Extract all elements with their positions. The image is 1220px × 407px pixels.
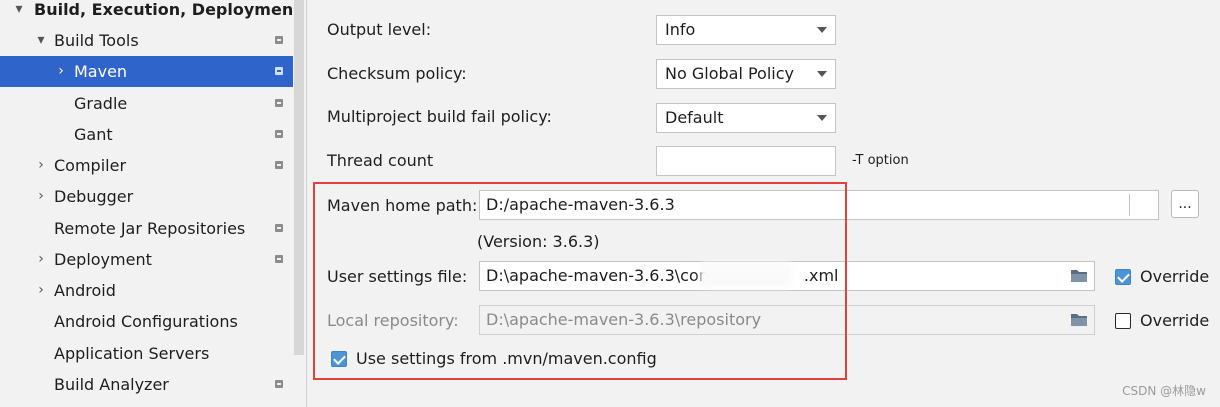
project-scope-icon: [275, 99, 283, 107]
project-scope-icon: [275, 67, 283, 75]
chevron-right-icon[interactable]: ›: [34, 150, 48, 181]
sidebar-item-compiler[interactable]: › Compiler: [0, 150, 293, 181]
sidebar-item-build-tools[interactable]: ▾ Build Tools: [0, 25, 293, 56]
checksum-policy-label: Checksum policy:: [327, 64, 467, 83]
local-repository-override-checkbox[interactable]: [1115, 313, 1131, 329]
sidebar-item-label: Compiler: [54, 156, 127, 175]
user-settings-override-label: Override: [1140, 267, 1210, 286]
sidebar-item-build-execution-deployment[interactable]: ▾ Build, Execution, Deployment: [0, 0, 300, 25]
chevron-right-icon[interactable]: ›: [34, 181, 48, 212]
project-scope-icon: [275, 36, 283, 44]
sidebar-item-label: Android Configurations: [54, 312, 238, 331]
sidebar-item-debugger[interactable]: › Debugger: [0, 181, 293, 212]
sidebar-item-android[interactable]: › Android: [0, 275, 293, 306]
sidebar-item-gant[interactable]: Gant: [0, 119, 293, 150]
sidebar-item-android-configurations[interactable]: Android Configurations: [0, 306, 293, 337]
sidebar-item-gradle[interactable]: Gradle: [0, 88, 293, 119]
chevron-down-icon: [817, 115, 827, 121]
chevron-right-icon[interactable]: ›: [54, 56, 68, 87]
sidebar-item-label: Remote Jar Repositories: [54, 219, 246, 238]
thread-count-hint: -T option: [852, 153, 909, 168]
sidebar-item-label: Build Tools: [54, 31, 139, 50]
project-scope-icon: [275, 224, 283, 232]
fail-policy-label: Multiproject build fail policy:: [327, 107, 552, 126]
checksum-policy-select[interactable]: No Global Policy: [656, 59, 836, 89]
fail-policy-value: Default: [665, 108, 724, 127]
sidebar-scrollbar-thumb[interactable]: [294, 0, 304, 355]
watermark: CSDN @林隐w: [1122, 384, 1206, 398]
settings-tree: ▾ Build, Execution, Deployment ▾ Build Tool…: [0, 0, 301, 407]
sidebar-item-label: Deployment: [54, 250, 152, 269]
folder-icon[interactable]: [1070, 268, 1088, 283]
local-repository-override-label: Override: [1140, 311, 1210, 330]
user-settings-override-checkbox[interactable]: [1115, 269, 1131, 285]
thread-count-label: Thread count: [327, 151, 434, 170]
project-scope-icon: [275, 161, 283, 169]
sidebar-item-label: Application Servers: [54, 344, 210, 363]
chevron-down-icon: [817, 27, 827, 33]
sidebar-item-maven[interactable]: › Maven: [0, 56, 293, 87]
chevron-down-icon[interactable]: ▾: [12, 0, 26, 25]
sidebar-item-remote-jar-repositories[interactable]: Remote Jar Repositories: [0, 213, 293, 244]
output-level-label: Output level:: [327, 20, 432, 39]
browse-maven-home-button[interactable]: ...: [1171, 190, 1199, 218]
sidebar-item-deployment[interactable]: › Deployment: [0, 244, 293, 275]
redacted-region: [700, 262, 792, 288]
chevron-down-icon: [817, 71, 827, 77]
sidebar-item-label: Gant: [74, 125, 113, 144]
sidebar-item-label: Maven: [74, 62, 128, 81]
sidebar-item-label: Debugger: [54, 187, 134, 206]
sidebar-item-label: Android: [54, 281, 116, 300]
chevron-right-icon[interactable]: ›: [34, 244, 48, 275]
chevron-right-icon[interactable]: ›: [34, 275, 48, 306]
sidebar-item-label: Build, Execution, Deployment: [34, 0, 301, 19]
fail-policy-select[interactable]: Default: [656, 103, 836, 133]
combo-separator: [1129, 194, 1130, 216]
thread-count-input[interactable]: [656, 146, 836, 176]
chevron-down-icon[interactable]: ▾: [34, 25, 48, 56]
project-scope-icon: [275, 130, 283, 138]
output-level-select[interactable]: Info: [656, 15, 836, 45]
checksum-policy-value: No Global Policy: [665, 64, 794, 83]
sidebar-item-application-servers[interactable]: Application Servers: [0, 338, 293, 369]
project-scope-icon: [275, 255, 283, 263]
sidebar-item-label: Gradle: [74, 94, 128, 113]
sidebar-item-build-analyzer[interactable]: Build Analyzer: [0, 369, 293, 400]
project-scope-icon: [275, 380, 283, 388]
output-level-value: Info: [665, 20, 696, 39]
folder-icon[interactable]: [1070, 312, 1088, 327]
sidebar-item-label: Build Analyzer: [54, 375, 169, 394]
